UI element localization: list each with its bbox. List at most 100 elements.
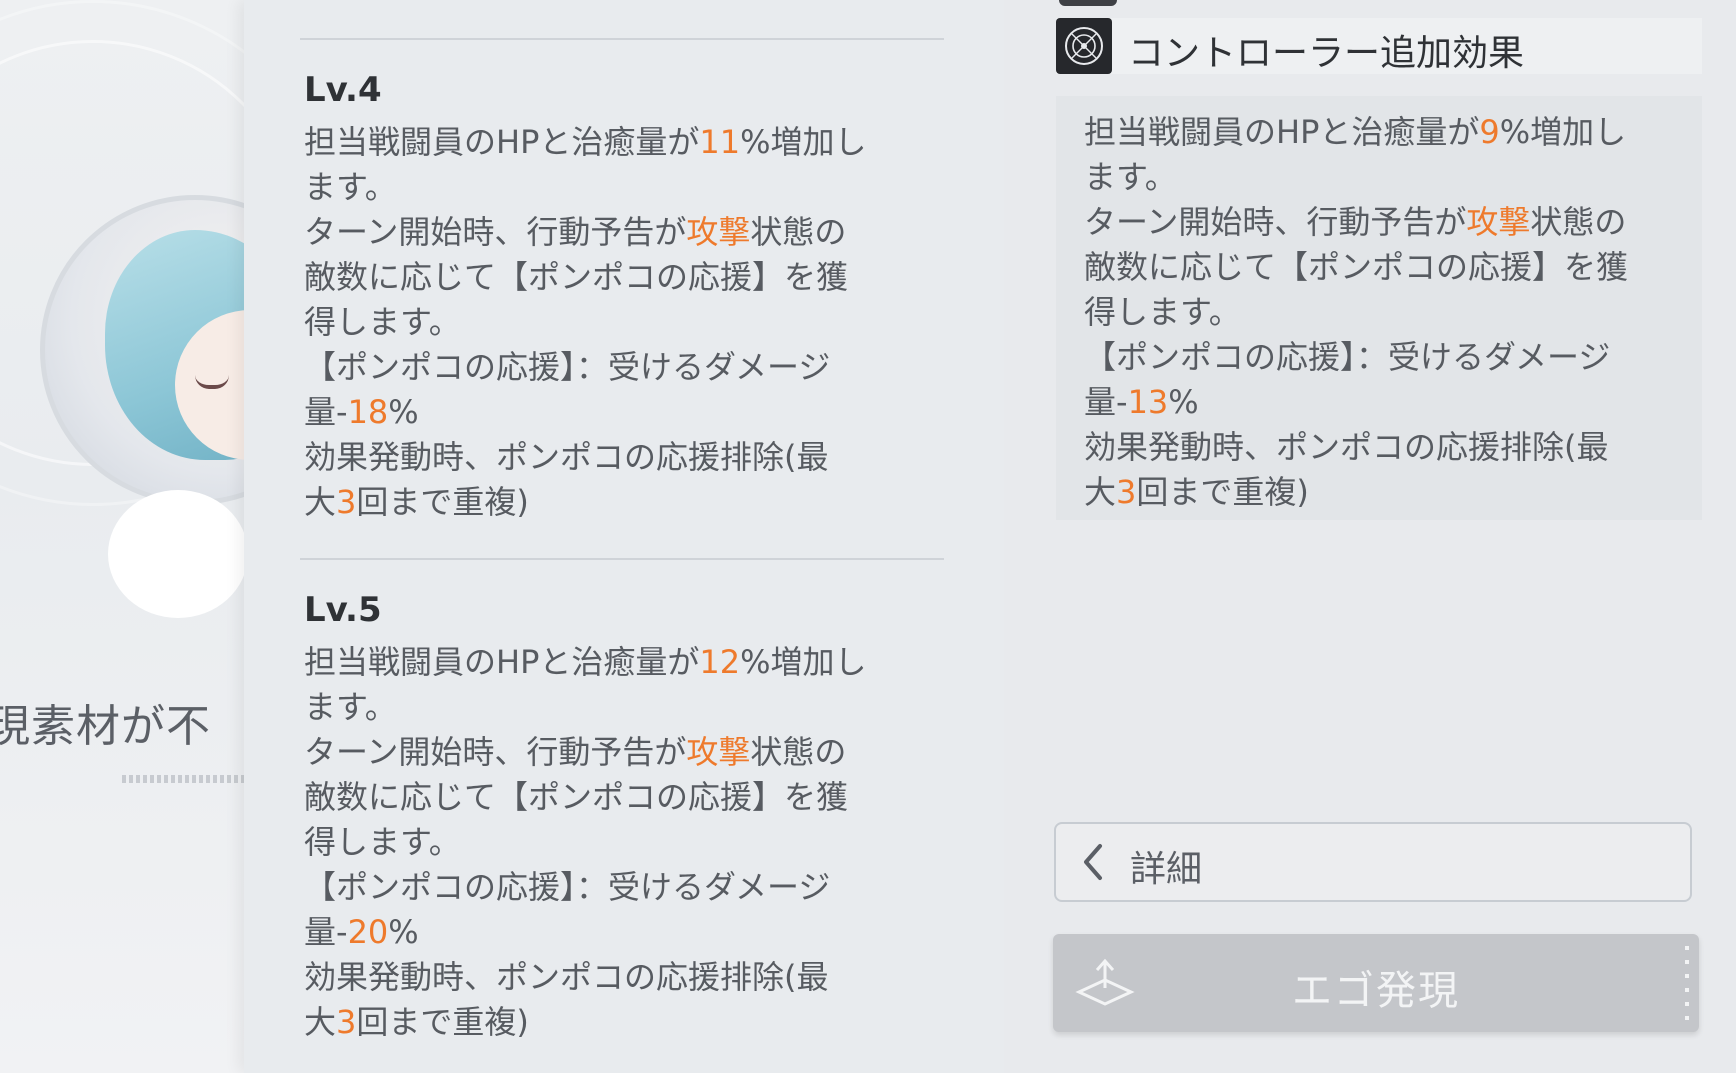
highlight-value: 攻撃 <box>686 213 751 251</box>
description-text: 量- <box>1084 383 1128 421</box>
description-text: 回まで重複) <box>1136 473 1309 511</box>
highlight-value: 9 <box>1479 113 1500 151</box>
description-text: 大 <box>304 1003 337 1041</box>
description-text: ターン開始時、行動予告が <box>304 733 687 771</box>
description-text: 大 <box>1084 473 1117 511</box>
button-edge-dots <box>1685 946 1689 1020</box>
ego-manifest-label: エゴ発現 <box>1292 968 1460 1014</box>
ego-manifest-button[interactable]: エゴ発現 <box>1053 934 1699 1032</box>
description-line: 量-20% <box>304 910 944 955</box>
description-text: 【ポンポコの応援】：受けるダメージ <box>304 868 831 906</box>
detail-button[interactable]: 詳細 <box>1054 822 1692 902</box>
description-text: 状態の <box>750 733 847 771</box>
background-area: 現素材が不 <box>0 0 250 1073</box>
description-text: 担当戦闘員のHPと治癒量が <box>1084 113 1480 151</box>
description-text: 【ポンポコの応援】：受けるダメージ <box>304 348 831 386</box>
level-description: 担当戦闘員のHPと治癒量が11%増加し ます。 ターン開始時、行動予告が攻撃状態の敵… <box>304 120 944 525</box>
description-text: %増加し <box>740 123 867 161</box>
description-text: 状態の <box>1530 203 1627 241</box>
description-text: 担当戦闘員のHPと治癒量が <box>304 123 700 161</box>
highlight-value: 3 <box>336 483 357 521</box>
description-line: 大3回まで重複) <box>304 1000 944 1045</box>
description-line: 量-18% <box>304 390 944 435</box>
description-text: 得します。 <box>304 303 461 341</box>
description-line: 【ポンポコの応援】：受けるダメージ <box>304 345 944 390</box>
description-line: 効果発動時、ポンポコの応援排除(最 <box>1084 425 1694 470</box>
controller-title: コントローラー追加効果 <box>1128 33 1525 74</box>
description-text: 効果発動時、ポンポコの応援排除(最 <box>304 958 829 996</box>
highlight-value: 攻撃 <box>1466 203 1531 241</box>
description-line: 担当戦闘員のHPと治癒量が12%増加し <box>304 640 944 685</box>
description-text: 回まで重複) <box>356 483 529 521</box>
description-line: 敵数に応じて【ポンポコの応援】を獲 <box>304 255 944 300</box>
description-line: 大3回まで重複) <box>1084 470 1694 515</box>
description-line: ターン開始時、行動予告が攻撃状態の <box>304 730 944 775</box>
description-line: ます。 <box>304 685 944 730</box>
controller-description: 担当戦闘員のHPと治癒量が9%増加し ます。 ターン開始時、行動予告が攻撃状態の 敵数… <box>1084 110 1694 515</box>
description-text: 【ポンポコの応援】：受けるダメージ <box>1084 338 1611 376</box>
description-text: 効果発動時、ポンポコの応援排除(最 <box>304 438 829 476</box>
target-emblem-icon <box>1056 18 1112 74</box>
highlight-value: 3 <box>1116 473 1137 511</box>
description-text: ます。 <box>1084 158 1177 196</box>
description-text: 敵数に応じて【ポンポコの応援】を獲 <box>304 778 849 816</box>
level-description: 担当戦闘員のHPと治癒量が12%増加し ます。 ターン開始時、行動予告が攻撃状態の敵… <box>304 640 944 1045</box>
background-progress-bar <box>122 775 250 783</box>
highlight-value: 11 <box>699 123 741 161</box>
description-text: % <box>1168 383 1199 421</box>
highlight-value: 18 <box>347 393 389 431</box>
description-line: ます。 <box>1084 155 1694 200</box>
hidden-mark <box>108 490 248 618</box>
highlight-value: 12 <box>699 643 741 681</box>
highlight-value: 攻撃 <box>686 733 751 771</box>
description-line: 量-13% <box>1084 380 1694 425</box>
description-text: 回まで重複) <box>356 1003 529 1041</box>
description-line: 効果発動時、ポンポコの応援排除(最 <box>304 955 944 1000</box>
description-text: ます。 <box>304 168 397 206</box>
description-text: ターン開始時、行動予告が <box>304 213 687 251</box>
description-text: 大 <box>304 483 337 521</box>
controller-panel: コントローラー追加効果 担当戦闘員のHPと治癒量が9%増加し ます。 ターン開始時、… <box>1004 0 1736 1073</box>
description-text: 敵数に応じて【ポンポコの応援】を獲 <box>1084 248 1629 286</box>
detail-button-label: 詳細 <box>1130 849 1203 890</box>
description-line: 【ポンポコの応援】：受けるダメージ <box>1084 335 1694 380</box>
description-line: 効果発動時、ポンポコの応援排除(最 <box>304 435 944 480</box>
divider <box>300 558 944 560</box>
level-title: Lv.4 <box>304 70 382 110</box>
description-text: ます。 <box>304 688 397 726</box>
highlight-value: 13 <box>1127 383 1169 421</box>
description-text: 敵数に応じて【ポンポコの応援】を獲 <box>304 258 849 296</box>
description-line: ターン開始時、行動予告が攻撃状態の <box>1084 200 1694 245</box>
description-line: ターン開始時、行動予告が攻撃状態の <box>304 210 944 255</box>
description-text: 量- <box>304 393 348 431</box>
description-text: ターン開始時、行動予告が <box>1084 203 1467 241</box>
level-title: Lv.5 <box>304 590 382 630</box>
description-line: 得します。 <box>304 300 944 345</box>
description-text: 得します。 <box>304 823 461 861</box>
highlight-value: 20 <box>347 913 389 951</box>
divider <box>300 38 944 40</box>
description-line: 得します。 <box>1084 290 1694 335</box>
description-line: 敵数に応じて【ポンポコの応援】を獲 <box>304 775 944 820</box>
description-line: 得します。 <box>304 820 944 865</box>
level-effects-panel[interactable]: Lv.4 担当戦闘員のHPと治癒量が11%増加し ます。 ターン開始時、行動予告が攻… <box>244 0 1004 1073</box>
description-text: % <box>388 393 419 431</box>
description-text: 得します。 <box>1084 293 1241 331</box>
panel-tab-notch <box>1059 0 1117 6</box>
description-text: % <box>388 913 419 951</box>
description-text: 担当戦闘員のHPと治癒量が <box>304 643 700 681</box>
description-line: 担当戦闘員のHPと治癒量が11%増加し <box>304 120 944 165</box>
background-status-text: 現素材が不 <box>0 701 211 752</box>
description-text: 量- <box>304 913 348 951</box>
description-text: 状態の <box>750 213 847 251</box>
description-line: 担当戦闘員のHPと治癒量が9%増加し <box>1084 110 1694 155</box>
controller-header: コントローラー追加効果 <box>1056 18 1702 74</box>
description-text: %増加し <box>1499 113 1627 151</box>
highlight-value: 3 <box>336 1003 357 1041</box>
description-line: 敵数に応じて【ポンポコの応援】を獲 <box>1084 245 1694 290</box>
chevron-left-icon <box>1084 844 1102 880</box>
description-text: 効果発動時、ポンポコの応援排除(最 <box>1084 428 1609 466</box>
controller-effect-box: 担当戦闘員のHPと治癒量が9%増加し ます。 ターン開始時、行動予告が攻撃状態の 敵数… <box>1056 96 1702 520</box>
description-line: ます。 <box>304 165 944 210</box>
description-line: 【ポンポコの応援】：受けるダメージ <box>304 865 944 910</box>
